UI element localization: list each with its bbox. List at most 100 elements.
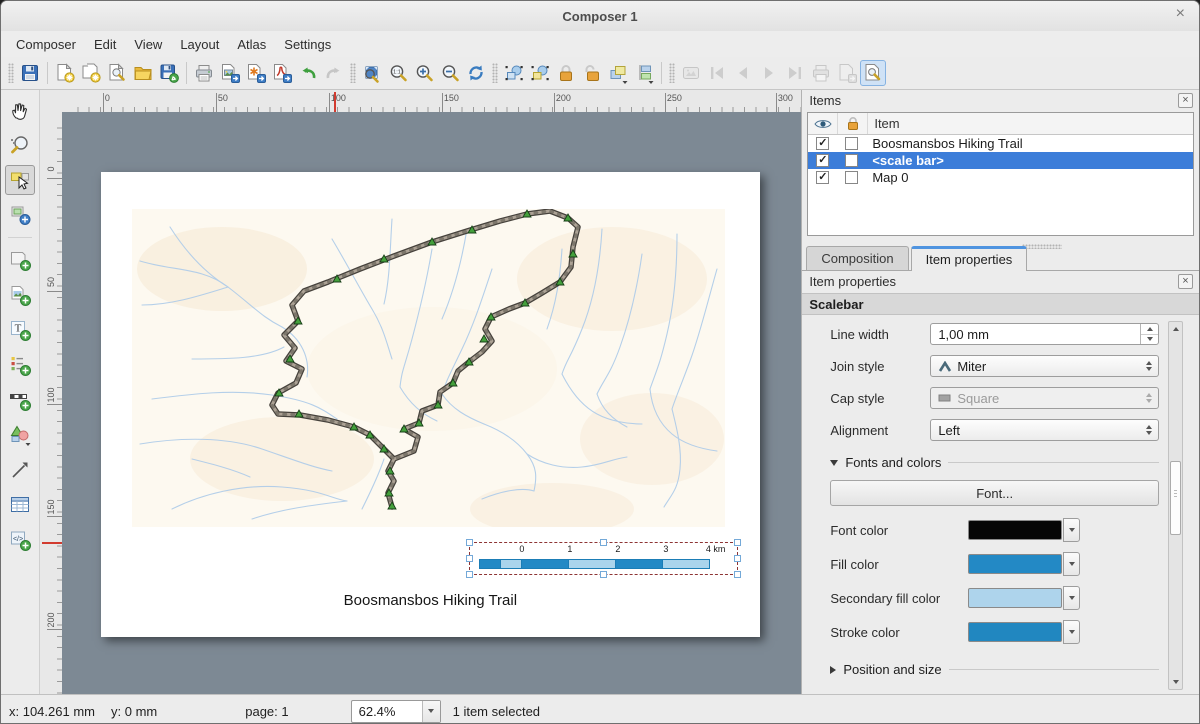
color-dropdown-button[interactable] [1063,518,1080,542]
tab-item-properties[interactable]: Item properties [911,246,1028,271]
visibility-checkbox[interactable]: ✓ [816,154,829,167]
secondary-fill-color-button[interactable] [968,586,1080,610]
item-row-map[interactable]: ✓ Map 0 [808,169,1193,186]
new-composer-button[interactable] [52,60,78,86]
stroke-color-swatch[interactable] [968,622,1062,642]
composition-viewport[interactable]: 0 1 2 3 4 km [62,112,801,694]
font-button[interactable]: Font... [830,480,1159,506]
unlock-items-button[interactable] [579,60,605,86]
undo-button[interactable] [295,60,321,86]
atlas-preview-button[interactable] [678,60,704,86]
move-item-content-button[interactable] [527,60,553,86]
print-atlas-button[interactable] [808,60,834,86]
zoom-tool-button[interactable] [5,130,35,160]
zoom-dropdown-icon[interactable] [422,701,440,722]
window-close-icon[interactable]: × [1172,5,1189,23]
scroll-down-button[interactable] [1169,675,1182,689]
add-attribute-table-button[interactable] [5,490,35,520]
selection-handle[interactable] [734,555,741,562]
visibility-checkbox[interactable]: ✓ [816,171,829,184]
composition-page[interactable]: 0 1 2 3 4 km [101,172,760,637]
atlas-first-feature-button[interactable] [704,60,730,86]
menu-view[interactable]: View [125,34,171,55]
fill-color-button[interactable] [968,552,1080,576]
alignment-combobox[interactable]: Left [930,419,1159,441]
add-legend-button[interactable] [5,350,35,380]
save-as-button[interactable] [156,60,182,86]
cap-style-combobox[interactable]: Square [930,387,1159,409]
export-image-button[interactable] [217,60,243,86]
secondary-fill-color-swatch[interactable] [968,588,1062,608]
move-content-tool-button[interactable] [5,200,35,230]
redo-button[interactable] [321,60,347,86]
item-row-label[interactable]: ✓ Boosmansbos Hiking Trail [808,135,1193,152]
properties-dock-close-icon[interactable]: × [1178,274,1193,289]
map-item[interactable] [132,209,725,527]
font-color-button[interactable] [968,518,1080,542]
selection-handle[interactable] [466,539,473,546]
selection-handle[interactable] [466,571,473,578]
scrollbar-thumb[interactable] [1170,461,1181,535]
selection-handle[interactable] [600,539,607,546]
refresh-button[interactable] [463,60,489,86]
item-row-scalebar[interactable]: ✓ <scale bar> [808,152,1193,169]
spin-buttons[interactable] [1140,324,1158,344]
add-shape-button[interactable] [5,420,35,450]
atlas-next-feature-button[interactable] [756,60,782,86]
export-pdf-button[interactable] [269,60,295,86]
color-dropdown-button[interactable] [1063,552,1080,576]
print-button[interactable] [191,60,217,86]
fill-color-swatch[interactable] [968,554,1062,574]
rotation-section[interactable]: Rotation [830,693,1159,694]
atlas-previous-feature-button[interactable] [730,60,756,86]
select-move-item-tool-button[interactable] [5,165,35,195]
line-width-spinbox[interactable]: 1,00 mm [930,323,1159,345]
scalebar-item[interactable]: 0 1 2 3 4 km [470,543,737,574]
add-label-button[interactable]: T [5,315,35,345]
stroke-color-button[interactable] [968,620,1080,644]
add-map-button[interactable] [5,245,35,275]
items-dock-close-icon[interactable]: × [1178,93,1193,108]
add-arrow-button[interactable] [5,455,35,485]
atlas-last-feature-button[interactable] [782,60,808,86]
add-html-frame-button[interactable]: </> [5,525,35,555]
export-atlas-button[interactable] [834,60,860,86]
visibility-checkbox[interactable]: ✓ [816,137,829,150]
selection-handle[interactable] [600,571,607,578]
selection-handle[interactable] [734,571,741,578]
lock-checkbox[interactable] [845,137,858,150]
font-color-swatch[interactable] [968,520,1062,540]
open-button[interactable] [130,60,156,86]
lock-items-button[interactable] [553,60,579,86]
selection-handle[interactable] [466,555,473,562]
selection-handle[interactable] [734,539,741,546]
menu-layout[interactable]: Layout [171,34,228,55]
raise-items-button[interactable] [605,60,631,86]
zoom-actual-button[interactable]: 1:1 [385,60,411,86]
export-svg-button[interactable] [243,60,269,86]
select-move-item-button[interactable] [501,60,527,86]
color-dropdown-button[interactable] [1063,586,1080,610]
zoom-level-combobox[interactable]: 62.4% [351,700,441,723]
zoom-out-button[interactable] [437,60,463,86]
atlas-settings-button[interactable] [860,60,886,86]
menu-settings[interactable]: Settings [275,34,340,55]
save-project-button[interactable] [17,60,43,86]
color-dropdown-button[interactable] [1063,620,1080,644]
tab-composition[interactable]: Composition [806,246,908,270]
zoom-in-button[interactable] [411,60,437,86]
scroll-up-button[interactable] [1169,322,1182,336]
lock-checkbox[interactable] [845,154,858,167]
lock-checkbox[interactable] [845,171,858,184]
fonts-and-colors-section[interactable]: Fonts and colors [830,455,1159,470]
add-scalebar-button[interactable] [5,385,35,415]
menu-edit[interactable]: Edit [85,34,125,55]
position-and-size-section[interactable]: Position and size [830,662,1159,677]
duplicate-composer-button[interactable] [78,60,104,86]
pan-tool-button[interactable] [5,95,35,125]
zoom-full-button[interactable] [359,60,385,86]
add-image-button[interactable] [5,280,35,310]
align-items-button[interactable] [631,60,657,86]
menu-composer[interactable]: Composer [7,34,85,55]
title-label-item[interactable]: Boosmansbos Hiking Trail [101,592,760,609]
